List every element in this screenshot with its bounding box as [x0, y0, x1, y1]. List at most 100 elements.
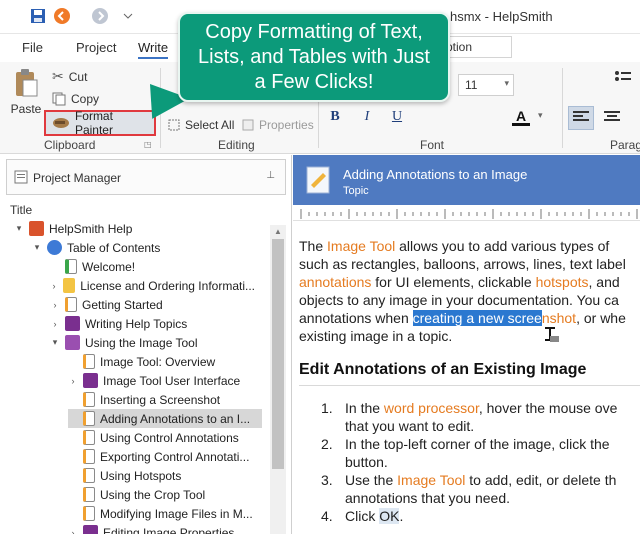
chevron-down-icon[interactable]: ▾	[32, 242, 42, 253]
callout-balloon: Copy Formatting of Text, Lists, and Tabl…	[178, 12, 450, 102]
bold-button[interactable]: B	[326, 108, 344, 126]
cut-button[interactable]: ✂ Cut	[52, 68, 87, 85]
link-hotspots[interactable]: hotspots	[536, 274, 589, 290]
page-icon	[83, 506, 95, 521]
tree-item[interactable]: › Editing Image Properties	[68, 523, 255, 534]
tree-item[interactable]: › Getting Started	[50, 295, 255, 314]
book-icon	[83, 525, 98, 534]
chevron-down-icon[interactable]: ▾	[50, 337, 60, 348]
tab-project[interactable]: Project	[76, 40, 116, 55]
callout-line: a Few Clicks!	[254, 71, 374, 93]
open-book-icon	[65, 335, 80, 350]
tab-file[interactable]: File	[22, 40, 43, 55]
tree-item[interactable]: › Writing Help Topics	[50, 314, 255, 333]
page-icon	[83, 449, 95, 464]
chevron-right-icon[interactable]: ›	[50, 281, 58, 291]
column-header-title[interactable]: Title	[10, 203, 32, 217]
check-page-icon	[65, 259, 77, 274]
chevron-down-icon[interactable]: ▾	[538, 110, 543, 121]
tree-item[interactable]: ▾ Table of Contents	[32, 238, 255, 257]
format-painter-cursor-icon	[541, 327, 559, 348]
tree-item[interactable]: Modifying Image Files in M...	[68, 504, 255, 523]
list-item-continuation: that you want to edit.	[345, 418, 475, 434]
list-icon[interactable]	[614, 70, 632, 86]
chevron-down-icon[interactable]: ▾	[14, 223, 24, 234]
tree-item[interactable]: › License and Ordering Informati...	[50, 276, 255, 295]
chevron-right-icon[interactable]: ›	[68, 376, 78, 386]
tree-item[interactable]: Inserting a Screenshot	[68, 390, 255, 409]
ruler[interactable]	[293, 207, 640, 221]
tree-item-label: Getting Started	[82, 297, 163, 312]
tree-item[interactable]: Adding Annotations to an I...	[68, 409, 262, 428]
tree-item-label: Image Tool: Overview	[100, 354, 216, 369]
quick-access-dropdown-icon[interactable]	[118, 6, 138, 26]
tree-scrollbar[interactable]: ▲	[270, 225, 286, 534]
align-center-icon[interactable]	[604, 110, 620, 124]
properties-label: Properties	[259, 118, 314, 132]
paragraph-line: The Image Tool allows you to add various…	[299, 238, 610, 254]
document-body[interactable]: The Image Tool allows you to add various…	[299, 237, 640, 345]
chevron-right-icon[interactable]: ›	[50, 300, 60, 310]
font-color-button[interactable]: A	[512, 108, 530, 126]
topic-header: Adding Annotations to an Image Topic	[293, 155, 640, 205]
tree-item[interactable]: ▾ Using the Image Tool	[50, 333, 255, 352]
project-manager-pane: Project Manager ⊥ Title ▾ HelpSmith Help ▾…	[0, 155, 292, 534]
chevron-right-icon[interactable]: ›	[50, 319, 60, 329]
italic-button[interactable]: I	[358, 108, 376, 126]
chevron-right-icon[interactable]: ›	[68, 528, 78, 534]
paragraph-line: annotations when creating a new screensh…	[299, 310, 626, 326]
tree-item[interactable]: Using the Crop Tool	[68, 485, 255, 504]
tree-item[interactable]: Using Hotspots	[68, 466, 255, 485]
link-image-tool[interactable]: Image Tool	[397, 472, 465, 488]
cut-label: Cut	[68, 69, 88, 84]
tree-item[interactable]: Using Control Annotations	[68, 428, 255, 447]
tab-write[interactable]: Write	[138, 40, 169, 59]
tree-item-label: Editing Image Properties	[103, 525, 235, 534]
font-size-select[interactable]: 11 ▾	[458, 74, 514, 96]
tree-item[interactable]: Welcome!	[50, 257, 255, 276]
tree-item-label: Exporting Control Annotati...	[100, 449, 250, 464]
scroll-thumb[interactable]	[272, 239, 284, 469]
paintbrush-icon	[53, 118, 69, 128]
link-screenshot[interactable]: nshot	[542, 310, 576, 326]
heading-divider	[299, 385, 640, 386]
clipboard-launcher-icon[interactable]: ◳	[144, 140, 152, 149]
page-icon	[83, 430, 95, 445]
tree-item[interactable]: ▾ HelpSmith Help	[14, 219, 255, 238]
tree-item[interactable]: Image Tool: Overview	[68, 352, 255, 371]
caption-field[interactable]: ption	[440, 36, 512, 58]
paragraph-line: such as rectangles, balloons, arrows, li…	[299, 256, 626, 272]
tree-item-label: Using the Crop Tool	[100, 487, 206, 502]
list-item: 1. In the word processor, hover the mouse…	[321, 400, 618, 416]
back-icon[interactable]	[52, 6, 72, 26]
properties-icon	[242, 119, 254, 131]
project-manager-icon	[14, 170, 28, 184]
project-manager-title: Project Manager	[33, 171, 122, 185]
scroll-up-icon[interactable]: ▲	[274, 227, 282, 236]
help-book-icon	[29, 221, 44, 236]
editor-pane: Adding Annotations to an Image Topic The…	[293, 155, 640, 534]
selected-text[interactable]: creating a new scree	[412, 310, 542, 326]
tree-item-label: Welcome!	[82, 259, 136, 274]
callout-line: Lists, and Tables with Just	[198, 46, 430, 68]
page-icon	[83, 468, 95, 483]
pin-icon[interactable]: ⊥	[266, 170, 275, 181]
folder-icon	[63, 278, 76, 293]
tree-item-label: Writing Help Topics	[85, 316, 188, 331]
list-item-continuation: button.	[345, 454, 388, 470]
link-image-tool[interactable]: Image Tool	[327, 238, 395, 254]
properties-button[interactable]: Properties	[242, 118, 314, 132]
underline-button[interactable]: U	[388, 108, 406, 126]
save-icon[interactable]	[28, 6, 48, 26]
tree-item[interactable]: Exporting Control Annotati...	[68, 447, 255, 466]
link-annotations[interactable]: annotations	[299, 274, 371, 290]
link-word-processor[interactable]: word processor	[384, 400, 479, 416]
tree-item[interactable]: › Image Tool User Interface	[68, 371, 255, 390]
question-icon	[47, 240, 62, 255]
forward-icon[interactable]	[90, 6, 110, 26]
copy-button[interactable]: Copy	[52, 92, 99, 106]
topic-title: Adding Annotations to an Image	[343, 167, 528, 182]
tree-item-label: HelpSmith Help	[49, 221, 133, 236]
paste-button[interactable]: Paste	[8, 68, 44, 130]
chevron-down-icon: ▾	[504, 78, 509, 88]
